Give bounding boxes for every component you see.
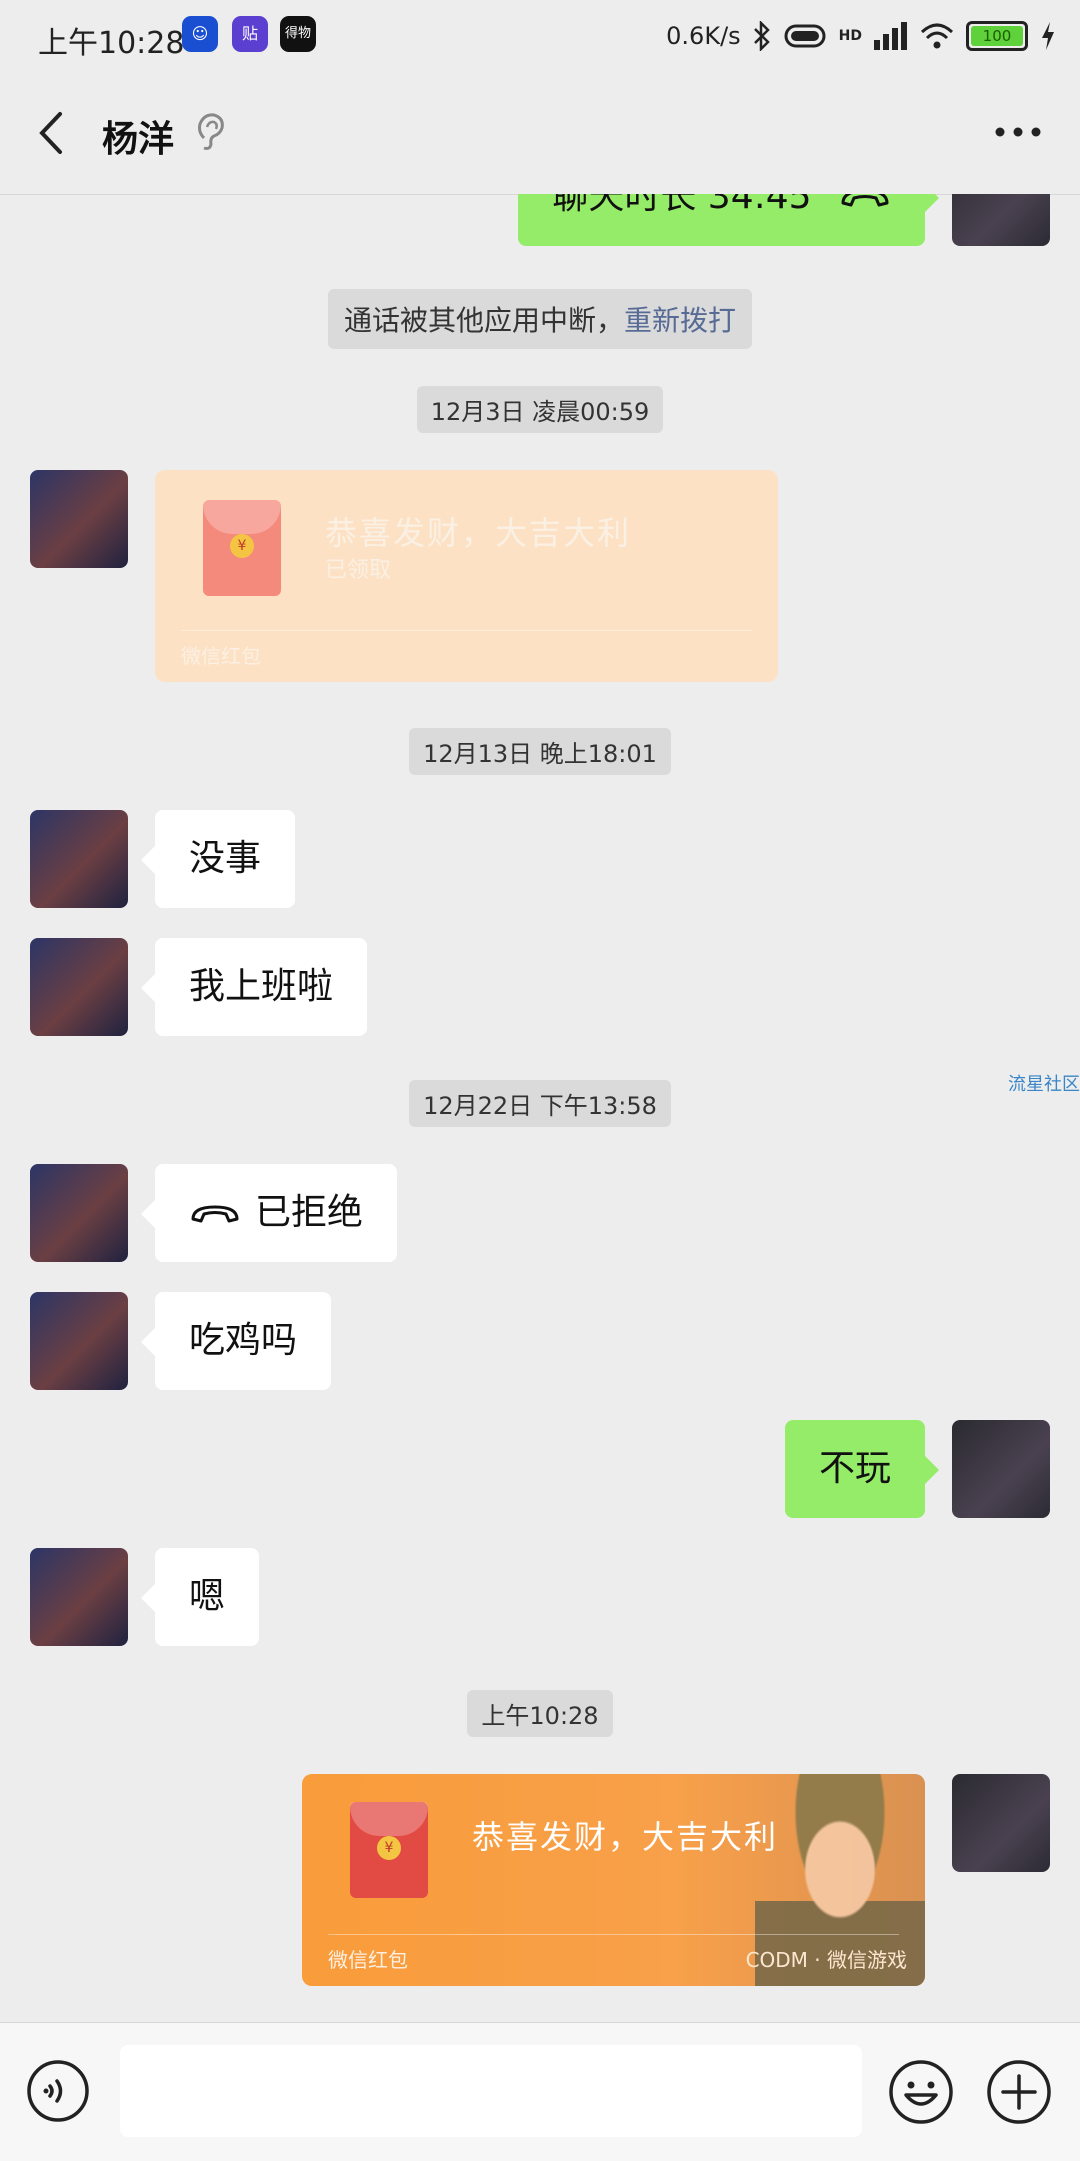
wifi-icon xyxy=(920,23,954,49)
message-bubble[interactable]: 我上班啦 xyxy=(140,938,368,1036)
call-interrupted-notice: 通话被其他应用中断，重新拨打 xyxy=(0,289,1080,349)
signal-icon xyxy=(874,22,907,50)
message-row: 聊天时长 34:45 xyxy=(0,194,1080,248)
battery-icon: 100 xyxy=(966,21,1028,51)
red-packet-card[interactable]: ¥ 恭喜发财，大吉大利 微信红包 CODM · 微信游戏 xyxy=(302,1774,925,1986)
message-row: ¥ 恭喜发财，大吉大利 微信红包 CODM · 微信游戏 xyxy=(0,1774,1080,1988)
my-avatar[interactable] xyxy=(952,1420,1050,1518)
emoji-icon[interactable] xyxy=(888,2059,954,2125)
red-packet-source: CODM · 微信游戏 xyxy=(745,1948,907,1972)
message-bubble[interactable]: 嗯 xyxy=(140,1548,260,1646)
hd-label: HD xyxy=(838,28,862,44)
input-bar xyxy=(0,2022,1080,2161)
friend-avatar[interactable] xyxy=(30,810,128,908)
message-row: 不玩 xyxy=(0,1420,1080,1520)
back-arrow-icon[interactable] xyxy=(30,108,80,158)
status-time: 上午10:28 xyxy=(38,26,185,61)
plus-icon[interactable] xyxy=(986,2059,1052,2125)
friend-avatar[interactable] xyxy=(30,1164,128,1262)
friend-avatar[interactable] xyxy=(30,938,128,1036)
friend-avatar[interactable] xyxy=(30,1548,128,1646)
phone-hangup-icon xyxy=(191,1205,239,1223)
my-avatar[interactable] xyxy=(952,1774,1050,1872)
red-envelope-icon: ¥ xyxy=(203,500,281,596)
bluetooth-icon xyxy=(753,21,770,51)
chat-messages[interactable]: 聊天时长 34:45 通话被其他应用中断，重新拨打 12月3日 凌晨00:59 … xyxy=(0,194,1080,2022)
red-envelope-icon: ¥ xyxy=(350,1802,428,1898)
tieba-icon: 贴 xyxy=(232,16,268,52)
charging-icon xyxy=(1042,22,1054,50)
message-row: 已拒绝 xyxy=(0,1164,1080,1264)
red-packet-status: 已领取 xyxy=(325,558,392,583)
more-options-icon[interactable] xyxy=(992,120,1044,144)
status-bar: 上午10:28 ☺ 贴 得物 0.6K/s HD 100 xyxy=(0,0,1080,72)
message-row: ¥ 恭喜发财，大吉大利 已领取 微信红包 xyxy=(0,470,1080,684)
chat-title: 杨洋 xyxy=(102,119,175,160)
message-bubble[interactable]: 没事 xyxy=(140,810,296,908)
chat-header: 杨洋 xyxy=(0,72,1080,195)
red-packet-title: 恭喜发财，大吉大利 xyxy=(472,1818,779,1856)
phone-hangup-icon xyxy=(841,194,889,207)
timestamp: 12月22日 下午13:58 xyxy=(0,1080,1080,1127)
message-row: 我上班啦 xyxy=(0,938,1080,1038)
call-rejected-bubble[interactable]: 已拒绝 xyxy=(140,1164,398,1262)
message-bubble[interactable]: 吃鸡吗 xyxy=(140,1292,332,1390)
red-packet-card[interactable]: ¥ 恭喜发财，大吉大利 已领取 微信红包 xyxy=(155,470,778,682)
dewu-icon: 得物 xyxy=(280,16,316,52)
vibrate-icon xyxy=(784,24,826,48)
friend-avatar[interactable] xyxy=(30,1292,128,1390)
app-face-icon: ☺ xyxy=(182,16,218,52)
timestamp: 12月13日 晚上18:01 xyxy=(0,728,1080,775)
ear-icon xyxy=(198,113,224,150)
message-row: 嗯 xyxy=(0,1548,1080,1648)
red-packet-footer: 微信红包 xyxy=(328,1948,408,1972)
my-avatar[interactable] xyxy=(952,194,1050,246)
call-duration-bubble[interactable]: 聊天时长 34:45 xyxy=(518,194,939,246)
status-right: 0.6K/s HD 100 xyxy=(666,18,1056,54)
timestamp: 上午10:28 xyxy=(0,1690,1080,1737)
message-row: 没事 xyxy=(0,810,1080,910)
red-packet-footer: 微信红包 xyxy=(181,644,261,668)
timestamp: 12月3日 凌晨00:59 xyxy=(0,386,1080,433)
message-input[interactable] xyxy=(120,2045,862,2137)
net-speed: 0.6K/s xyxy=(666,22,741,50)
message-bubble[interactable]: 不玩 xyxy=(784,1420,940,1518)
redial-link[interactable]: 重新拨打 xyxy=(624,299,736,339)
voice-input-icon[interactable] xyxy=(26,2059,90,2123)
message-row: 吃鸡吗 xyxy=(0,1292,1080,1392)
friend-avatar[interactable] xyxy=(30,470,128,568)
red-packet-title: 恭喜发财，大吉大利 xyxy=(325,514,632,552)
